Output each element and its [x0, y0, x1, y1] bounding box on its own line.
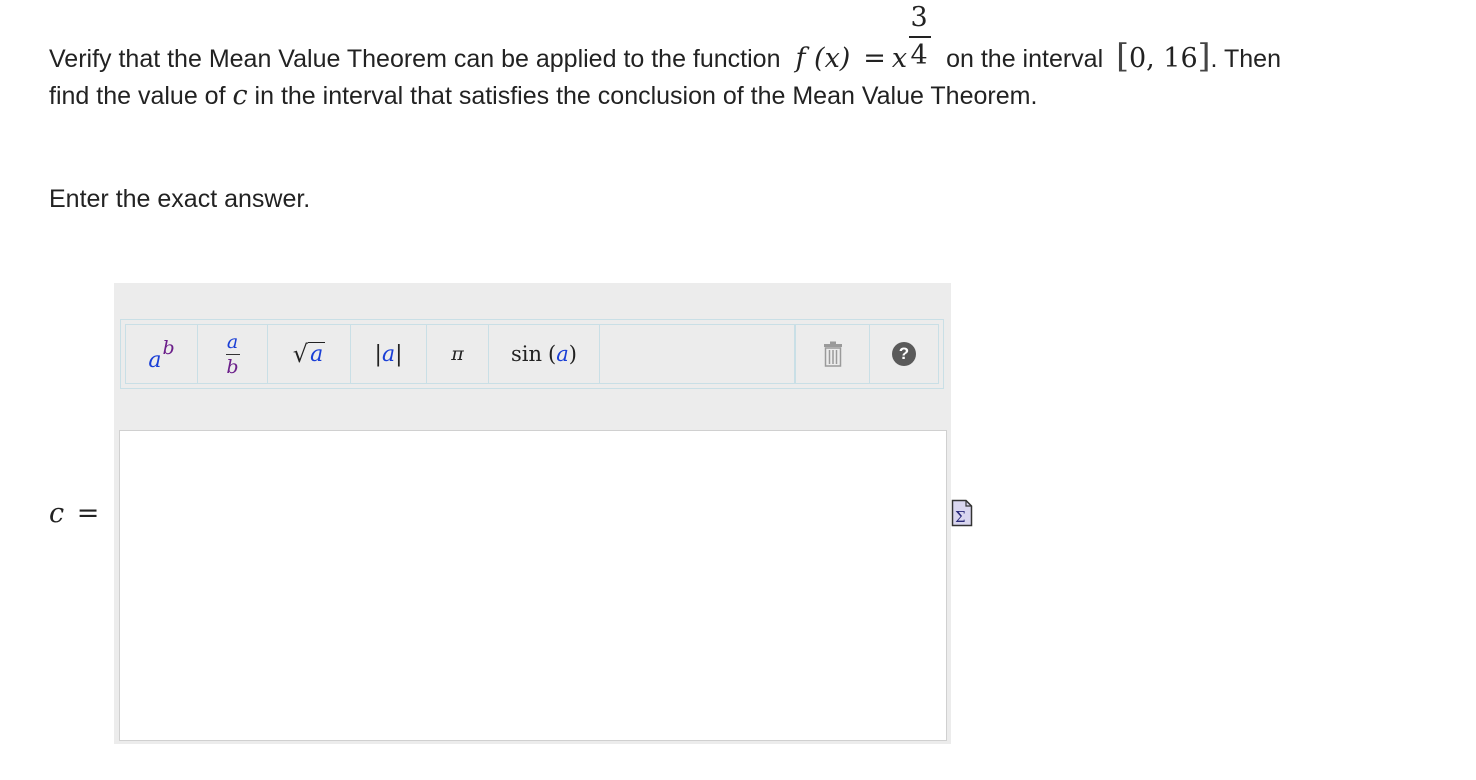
- question-prefix: Verify that the Mean Value Theorem can b…: [49, 45, 781, 73]
- trash-icon: [796, 325, 869, 383]
- function-base: x: [891, 43, 908, 74]
- equals-sign: =: [863, 43, 886, 74]
- interval-values: 0, 16: [1128, 43, 1198, 74]
- interval-close-bracket: ]: [1197, 36, 1211, 75]
- function-lhs: f (x): [795, 43, 851, 74]
- question-line1-suffix: . Then: [1210, 45, 1281, 73]
- pi-icon: π: [451, 343, 464, 365]
- abs-button[interactable]: | a |: [351, 325, 427, 383]
- help-button[interactable]: ?: [870, 325, 938, 383]
- question-line2-prefix: find the value of: [49, 82, 226, 110]
- question-line-1: Verify that the Mean Value Theorem can b…: [49, 2, 1281, 75]
- sin-button[interactable]: sin(a): [489, 325, 600, 383]
- exponent-numerator: 3: [910, 2, 928, 33]
- question-line-2: find the value of c in the interval that…: [49, 78, 1037, 114]
- absolute-value-icon: | a |: [374, 341, 403, 367]
- answer-variable: c: [49, 498, 65, 529]
- interval-open-bracket: [: [1116, 36, 1129, 75]
- pi-button[interactable]: π: [427, 325, 489, 383]
- power-button[interactable]: ab: [126, 325, 198, 383]
- sqrt-icon: √ a: [292, 340, 326, 368]
- sigma-icon[interactable]: Σ: [951, 499, 973, 527]
- fraction-icon: a b: [225, 330, 240, 378]
- instruction-text: Enter the exact answer.: [49, 185, 311, 213]
- answer-equals: =: [76, 498, 100, 529]
- sqrt-button[interactable]: √ a: [268, 325, 351, 383]
- answer-input[interactable]: [119, 430, 947, 741]
- exponent-fraction: 3 4: [907, 2, 933, 74]
- clear-button[interactable]: [795, 325, 870, 383]
- question-line2-suffix: in the interval that satisfies the concl…: [254, 82, 1038, 110]
- exponent-denominator: 4: [910, 40, 928, 71]
- answer-variable-label: c =: [49, 496, 99, 532]
- toolbar-spacer: [600, 325, 795, 383]
- variable-c: c: [232, 80, 248, 111]
- svg-text:Σ: Σ: [955, 508, 966, 526]
- math-toolbar: ab a b √ a | a | π sin (a) ?: [120, 319, 944, 389]
- fraction-button[interactable]: a b: [198, 325, 268, 383]
- interval-text: on the interval: [946, 45, 1104, 73]
- sin-icon: sin(a): [511, 342, 577, 366]
- math-toolbar-inner: ab a b √ a | a | π sin (a) ?: [125, 324, 939, 384]
- power-icon: ab: [148, 337, 175, 373]
- question-mark-icon: ?: [870, 325, 938, 383]
